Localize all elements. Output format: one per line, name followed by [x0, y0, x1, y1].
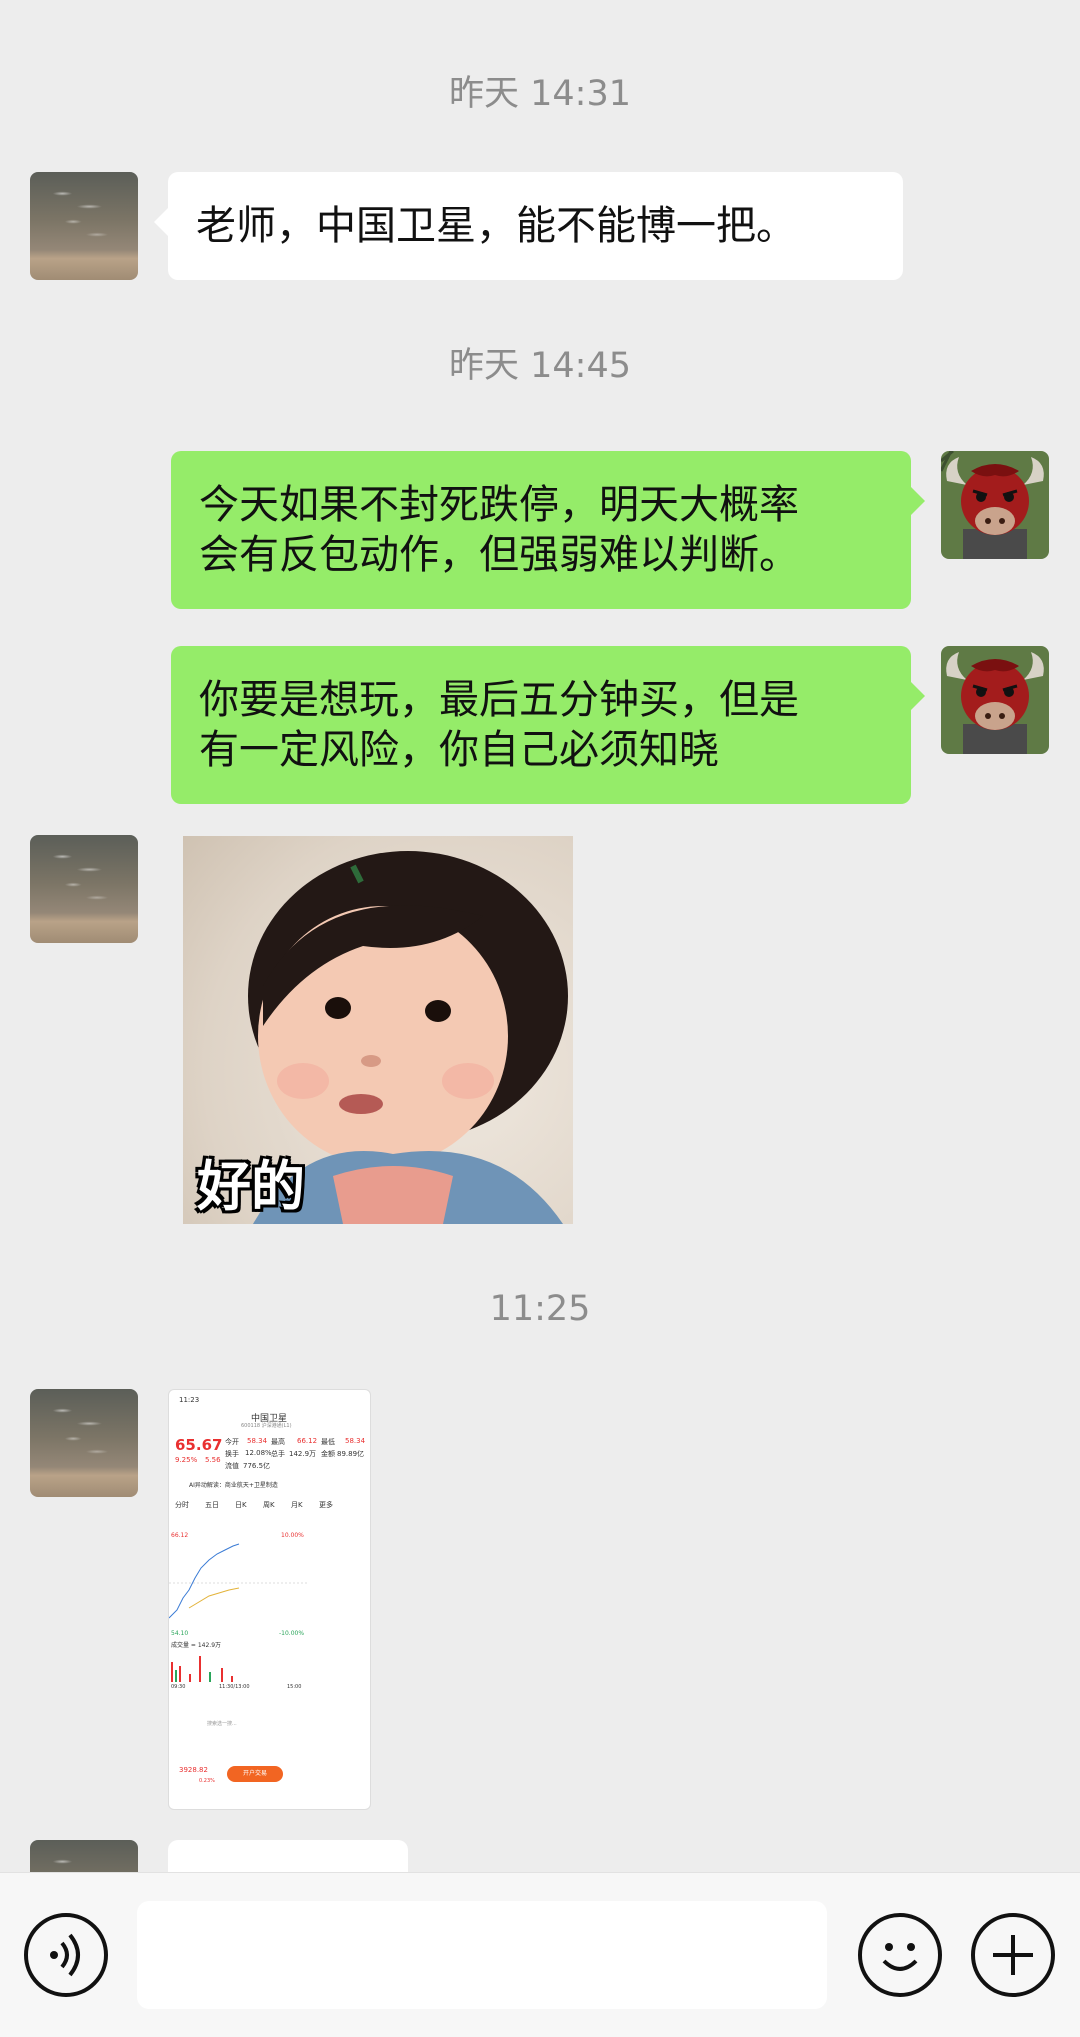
change-value: 5.56 [205, 1456, 221, 1464]
contact-avatar[interactable] [30, 835, 138, 943]
tab-fenshi: 分时 [175, 1501, 189, 1509]
tab-yuek: 月K [291, 1501, 303, 1509]
input-bar [0, 1872, 1080, 2037]
stock-price: 65.67 [175, 1436, 223, 1454]
time-mid: 11:30/13:00 [219, 1684, 250, 1690]
low-value: 58.34 [345, 1437, 366, 1445]
chat-area[interactable]: 昨天 14:31 老师，中国卫星，能不能博一把。 昨天 14:45 今天如果不封… [0, 0, 1080, 1872]
open-label: 今开 [225, 1438, 239, 1446]
tab-more: 更多 [319, 1501, 333, 1509]
change-pct: 9.25% [175, 1456, 198, 1464]
turnover-label: 换手 [225, 1450, 239, 1458]
message-bubble[interactable] [168, 1840, 408, 1872]
low-label: 最低 [321, 1438, 335, 1446]
high-label: 最高 [271, 1438, 285, 1446]
voice-button[interactable] [24, 1913, 108, 1997]
index-change: 0.23% [199, 1778, 215, 1784]
limit-down: 54.10 [171, 1630, 189, 1637]
high-value: 66.12 [297, 1437, 318, 1445]
open-account-button: 开户交易 [227, 1766, 283, 1782]
status-time: 11:23 [179, 1396, 200, 1404]
sticker-image[interactable]: 好的 [183, 836, 573, 1224]
timestamp: 昨天 14:31 [449, 74, 631, 114]
message-input[interactable] [137, 1901, 827, 2009]
message-bubble[interactable]: 今天如果不封死跌停，明天大概率 会有反包动作，但强弱难以判断。 [171, 451, 925, 609]
bull-avatar-icon [941, 451, 1049, 559]
contact-avatar[interactable] [30, 1840, 138, 1872]
voice-icon [50, 1933, 80, 1977]
stock-screenshot-image[interactable]: 11:23 中国卫星 600118 沪深港通(L1) 65.67 9.25% 5… [168, 1389, 371, 1810]
turnover-value: 12.08% [245, 1449, 272, 1457]
time-start: 09:30 [171, 1684, 186, 1690]
float-label: 流值 [225, 1462, 239, 1470]
total-label: 总手 [271, 1450, 285, 1458]
volume-label: 成交量 = 142.9万 [171, 1642, 222, 1649]
volume-bars [171, 1656, 233, 1682]
more-button[interactable] [971, 1913, 1055, 1997]
total-value: 142.9万 [289, 1450, 317, 1458]
emoji-icon [882, 1943, 918, 1971]
index-value: 3928.82 [179, 1766, 208, 1774]
timestamp: 11:25 [489, 1289, 591, 1329]
message-bubble[interactable]: 你要是想玩，最后五分钟买，但是 有一定风险，你自己必须知晓 [171, 646, 925, 804]
tab-zhouk: 周K [263, 1501, 275, 1509]
tab-wuri: 五日 [205, 1501, 219, 1509]
sticker-caption: 好的 [197, 1155, 305, 1218]
ai-label: AI异动解读：商业航天+卫星制造 [189, 1482, 278, 1489]
amount-value: 89.89亿 [337, 1450, 365, 1458]
plus-icon [993, 1935, 1033, 1975]
my-avatar[interactable] [941, 451, 1049, 559]
message-bubble[interactable]: 老师，中国卫星，能不能博一把。 [154, 172, 903, 280]
stock-code: 600118 沪深港通(L1) [241, 1423, 292, 1429]
bull-avatar-icon [941, 646, 1049, 754]
search-placeholder: 搜索选一搜... [207, 1721, 237, 1727]
time-end: 15:00 [287, 1684, 302, 1690]
tab-rik: 日K [235, 1501, 247, 1509]
amount-label: 金额 [321, 1450, 335, 1458]
my-avatar[interactable] [941, 646, 1049, 754]
limit-down-pct: -10.00% [279, 1630, 305, 1637]
float-value: 776.5亿 [243, 1462, 271, 1470]
contact-avatar[interactable] [30, 1389, 138, 1497]
emoji-button[interactable] [858, 1913, 942, 1997]
open-value: 58.34 [247, 1437, 268, 1445]
contact-avatar[interactable] [30, 172, 138, 280]
intraday-chart [169, 1543, 309, 1619]
timestamp: 昨天 14:45 [449, 346, 631, 386]
